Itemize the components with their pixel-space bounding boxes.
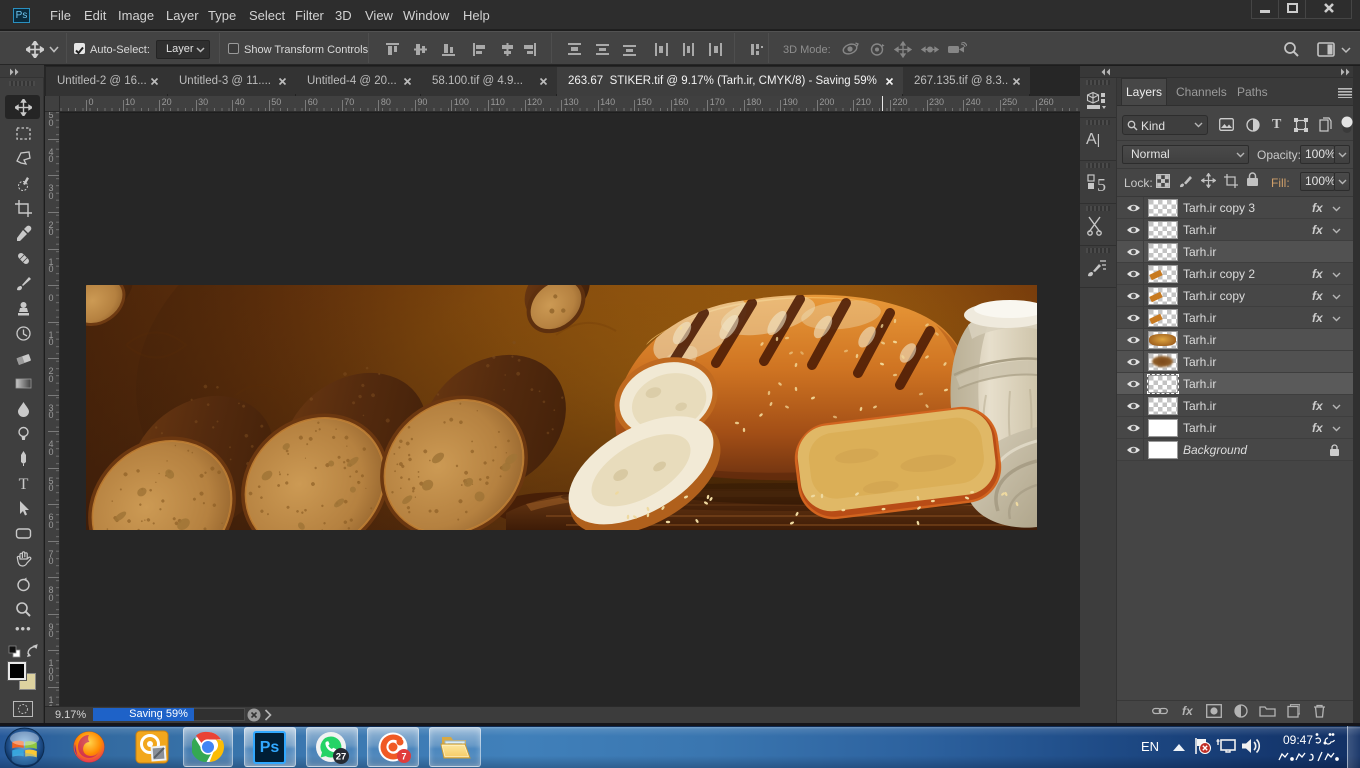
svg-text:5: 5 <box>1097 175 1106 194</box>
svg-text:27: 27 <box>336 752 347 763</box>
svg-text:7: 7 <box>401 751 406 761</box>
svg-text:T: T <box>19 476 29 492</box>
